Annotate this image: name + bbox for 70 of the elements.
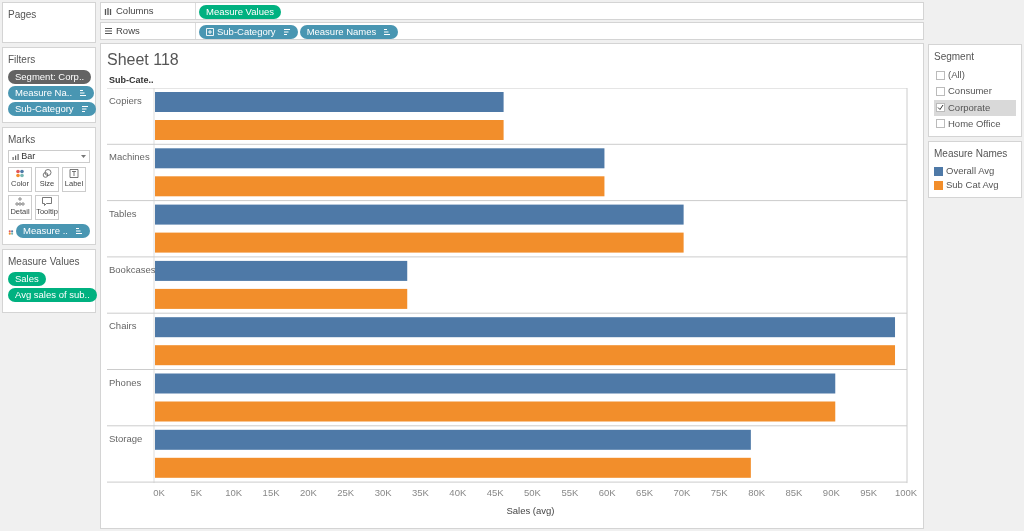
filter-option[interactable]: Consumer (934, 83, 1016, 100)
axis-tick-label: 20K (299, 486, 317, 498)
checkbox[interactable] (936, 70, 945, 80)
field-pill[interactable]: Segment: Corp.. (8, 70, 92, 84)
legend-label: Sub Cat Avg (946, 178, 999, 193)
category-label: Bookcases (109, 263, 156, 275)
filter-option[interactable]: Home Office (934, 115, 1016, 132)
axis-tick-label: 45K (486, 486, 504, 498)
option-label: Corporate (948, 100, 991, 115)
axis-tick-label: 100K (894, 486, 917, 498)
legend-label: Overall Avg (946, 164, 995, 178)
panel-title: Segment (934, 50, 976, 64)
axis-tick-label: 75K (710, 486, 728, 498)
option-label: (All) (948, 68, 965, 82)
bar-chart-icon (12, 153, 19, 160)
axis-tick-label: 80K (748, 486, 766, 498)
field-pill[interactable]: Measure .. (16, 224, 90, 238)
panel-title: Pages (8, 8, 38, 22)
color-dots-icon (8, 227, 14, 237)
checkbox[interactable] (936, 86, 945, 96)
axis-title: Sales (avg) (506, 504, 555, 516)
category-label: Tables (109, 207, 137, 219)
axis-tick-label: 0K (153, 486, 165, 498)
axis-tick-label: 50K (524, 486, 541, 498)
text-box-icon (69, 169, 79, 179)
shelf-label: Columns (116, 3, 154, 18)
category-label: Storage (109, 432, 143, 444)
axis-tick-label: 85K (785, 486, 803, 498)
axis-tick-label: 10K (225, 486, 243, 498)
checkbox[interactable] (936, 103, 945, 113)
category-label: Chairs (109, 319, 137, 331)
axis-tick-label: 30K (374, 486, 392, 498)
field-pill[interactable]: Sub-Category (199, 25, 298, 40)
sheet-title: Sheet 118 (107, 50, 180, 71)
columns-icon (104, 7, 112, 15)
circles-icon (42, 169, 52, 179)
option-label: Home Office (948, 116, 1001, 131)
axis-tick-label: 25K (337, 486, 355, 498)
field-pill[interactable]: Measure Names (299, 25, 399, 40)
filter-option[interactable]: Corporate (934, 99, 1016, 116)
axis-tick-label: 90K (822, 486, 840, 498)
mark-type-dropdown[interactable]: Bar (8, 150, 90, 163)
checkbox[interactable] (936, 119, 945, 129)
speech-bubble-icon (42, 197, 52, 207)
axis-tick-label: 40K (449, 486, 467, 498)
category-label: Machines (109, 151, 150, 163)
caret-icon (81, 154, 86, 159)
axis-tick-label: 35K (412, 486, 429, 498)
field-pill[interactable]: Sub-Category (8, 102, 96, 116)
axis-tick-label: 95K (860, 486, 878, 498)
category-label: Phones (109, 376, 142, 388)
dots-icon (15, 197, 25, 207)
axis-tick-label: 15K (262, 486, 280, 498)
filter-option[interactable]: (All) (934, 67, 1016, 84)
color-dots-icon (15, 169, 25, 179)
axis-tick-label: 65K (636, 486, 653, 498)
category-label: Copiers (109, 94, 142, 106)
option-label: Consumer (948, 84, 992, 99)
axis-tick-label: 5K (190, 486, 203, 498)
rows-icon (104, 27, 112, 36)
panel-title: Filters (8, 53, 37, 67)
shelf-label: Rows (116, 24, 140, 39)
field-pill[interactable]: Measure Na.. (8, 86, 95, 100)
axis-tick-label: 55K (561, 486, 579, 498)
axis-tick-label: 70K (673, 486, 691, 498)
panel-title: Marks (8, 133, 37, 147)
panel-title: Measure Values (8, 255, 81, 269)
panel-title: Measure Names (934, 147, 1009, 161)
axis-tick-label: 60K (598, 486, 616, 498)
column-header: Sub-Cate.. (109, 74, 155, 88)
